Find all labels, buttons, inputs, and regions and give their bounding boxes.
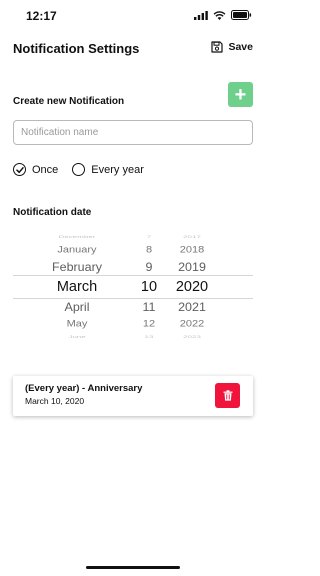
picker-month-option[interactable]: February <box>13 260 141 273</box>
radio-checked-icon <box>13 163 26 176</box>
picker-month-option[interactable]: December <box>13 235 141 239</box>
picker-year-option[interactable]: 2022 <box>161 319 223 329</box>
home-indicator <box>86 566 180 569</box>
picker-year-option[interactable]: 2020 <box>161 279 223 295</box>
floppy-disk-icon <box>211 41 224 53</box>
radio-once-label: Once <box>32 163 59 176</box>
radio-once[interactable]: Once <box>13 163 58 176</box>
add-notification-button[interactable]: + <box>228 82 253 107</box>
create-section-title: Create new Notification <box>13 96 125 107</box>
picker-year-option[interactable]: 2018 <box>161 245 223 255</box>
trash-icon <box>223 390 232 401</box>
plus-icon: + <box>234 83 247 106</box>
picker-month-option[interactable]: March <box>13 279 141 295</box>
page-title: Notification Settings <box>13 41 140 56</box>
date-picker[interactable]: December January February March April May June… <box>13 229 253 343</box>
repeat-radio-group: Once Every year <box>13 163 158 176</box>
date-section-title: Notification date <box>13 207 92 218</box>
status-time: 12:17 <box>26 9 57 23</box>
notification-card: (Every year) - Anniversary March 10, 202… <box>13 376 253 416</box>
status-bar: 12:17 <box>0 0 266 30</box>
radio-every-year-label: Every year <box>91 163 144 176</box>
picker-year-option[interactable]: 2019 <box>161 260 223 273</box>
save-label: Save <box>228 41 253 53</box>
picker-month-wheel[interactable]: December January February March April May June <box>13 229 141 343</box>
picker-month-option[interactable]: May <box>13 319 141 329</box>
radio-every-year[interactable]: Every year <box>72 163 144 176</box>
picker-year-option[interactable]: 2021 <box>161 300 223 313</box>
radio-unchecked-icon <box>72 163 86 176</box>
picker-year-option[interactable]: 2017 <box>161 235 223 239</box>
delete-notification-button[interactable] <box>215 383 240 408</box>
picker-month-option[interactable]: January <box>13 245 141 255</box>
picker-year-wheel[interactable]: 2017 2018 2019 2020 2021 2022 2023 <box>161 229 223 343</box>
picker-year-option[interactable]: 2023 <box>161 335 223 339</box>
notification-date: March 10, 2020 <box>25 396 85 406</box>
wifi-icon <box>213 10 226 20</box>
signal-icon <box>194 10 208 20</box>
picker-month-option[interactable]: April <box>13 300 141 313</box>
notification-name-input[interactable] <box>13 120 253 145</box>
picker-month-option[interactable]: June <box>13 335 141 339</box>
battery-icon <box>231 10 252 20</box>
save-button[interactable]: Save <box>211 41 253 53</box>
status-icons <box>194 10 252 20</box>
notification-title: (Every year) - Anniversary <box>25 383 143 394</box>
